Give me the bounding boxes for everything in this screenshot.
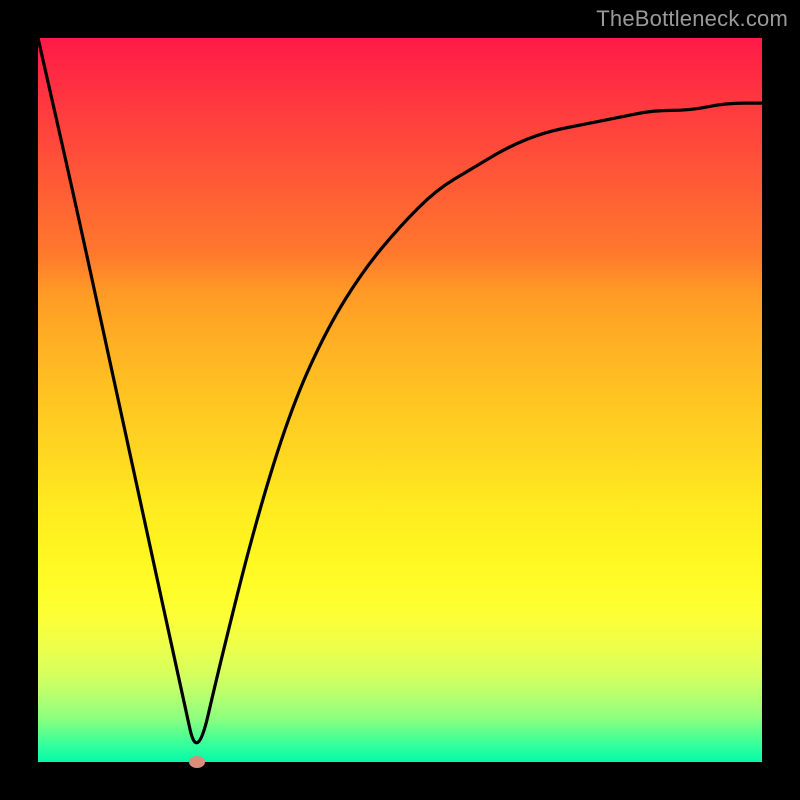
chart-frame: TheBottleneck.com (0, 0, 800, 800)
plot-area (38, 38, 762, 762)
curve-path (38, 38, 762, 743)
minimum-dot (189, 756, 205, 768)
watermark-text: TheBottleneck.com (596, 6, 788, 32)
bottleneck-curve (38, 38, 762, 762)
